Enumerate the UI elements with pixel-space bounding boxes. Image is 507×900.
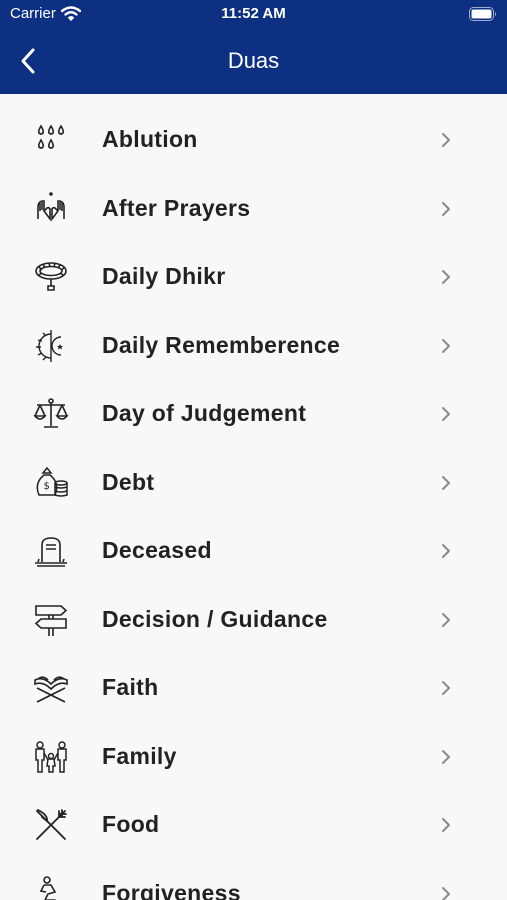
list-item-deceased[interactable]: Deceased — [0, 517, 507, 586]
svg-text:$: $ — [44, 481, 50, 492]
praying-hands-icon — [33, 191, 69, 227]
scales-icon — [33, 396, 69, 432]
list-item-forgiveness[interactable]: Forgiveness — [0, 860, 507, 900]
chevron-right-icon — [440, 406, 452, 422]
chevron-right-icon — [440, 475, 452, 491]
list-item-day-of-judgement[interactable]: Day of Judgement — [0, 380, 507, 449]
chevron-right-icon — [440, 886, 452, 900]
list-item-decision-guidance[interactable]: Decision / Guidance — [0, 586, 507, 655]
list-item-food[interactable]: Food — [0, 791, 507, 860]
status-time: 11:52 AM — [221, 5, 286, 22]
list-item-label: Faith — [102, 674, 159, 700]
chevron-right-icon — [440, 269, 452, 285]
sun-moon-icon — [33, 328, 69, 364]
list-item-label: Forgiveness — [102, 879, 241, 900]
fork-knife-icon — [33, 807, 69, 843]
water-drops-icon — [33, 122, 69, 158]
list-item-ablution[interactable]: Ablution — [0, 106, 507, 175]
list-item-daily-dhikr[interactable]: Daily Dhikr — [0, 243, 507, 312]
battery-icon — [469, 7, 497, 21]
list-item-label: Daily Dhikr — [102, 263, 226, 289]
list-item-label: Debt — [102, 468, 155, 495]
chevron-right-icon — [440, 201, 452, 217]
list-item-faith[interactable]: Faith — [0, 654, 507, 723]
gravestone-icon — [33, 533, 69, 569]
list-item-label: Deceased — [102, 537, 212, 563]
list-item-label: After Prayers — [102, 194, 251, 221]
family-icon — [33, 739, 69, 775]
quran-stand-icon — [33, 670, 69, 706]
list-item-label: Decision / Guidance — [102, 605, 328, 632]
signpost-icon — [33, 602, 69, 638]
money-bag-icon: $ — [33, 465, 69, 501]
chevron-right-icon — [440, 680, 452, 696]
navigation-bar: Duas — [0, 28, 507, 94]
list-item-label: Day of Judgement — [102, 400, 307, 426]
list-item-debt[interactable]: $ Debt — [0, 449, 507, 518]
chevron-right-icon — [440, 338, 452, 354]
status-bar: Carrier 11:52 AM — [0, 0, 507, 28]
duas-category-list[interactable]: Ablution After Prayers Daily Dhikr Daily… — [0, 94, 507, 900]
list-item-label: Ablution — [102, 126, 198, 152]
chevron-right-icon — [440, 817, 452, 833]
chevron-right-icon — [440, 543, 452, 559]
chevron-right-icon — [440, 132, 452, 148]
list-item-daily-rememberence[interactable]: Daily Rememberence — [0, 312, 507, 381]
list-item-label: Food — [102, 811, 160, 837]
list-item-family[interactable]: Family — [0, 723, 507, 792]
chevron-right-icon — [440, 612, 452, 628]
list-item-label: Daily Rememberence — [102, 331, 341, 358]
kneeling-person-icon — [33, 875, 69, 900]
page-title: Duas — [227, 48, 280, 73]
list-item-after-prayers[interactable]: After Prayers — [0, 175, 507, 244]
chevron-right-icon — [440, 749, 452, 765]
prayer-beads-icon — [33, 259, 69, 295]
list-item-label: Family — [102, 742, 177, 769]
